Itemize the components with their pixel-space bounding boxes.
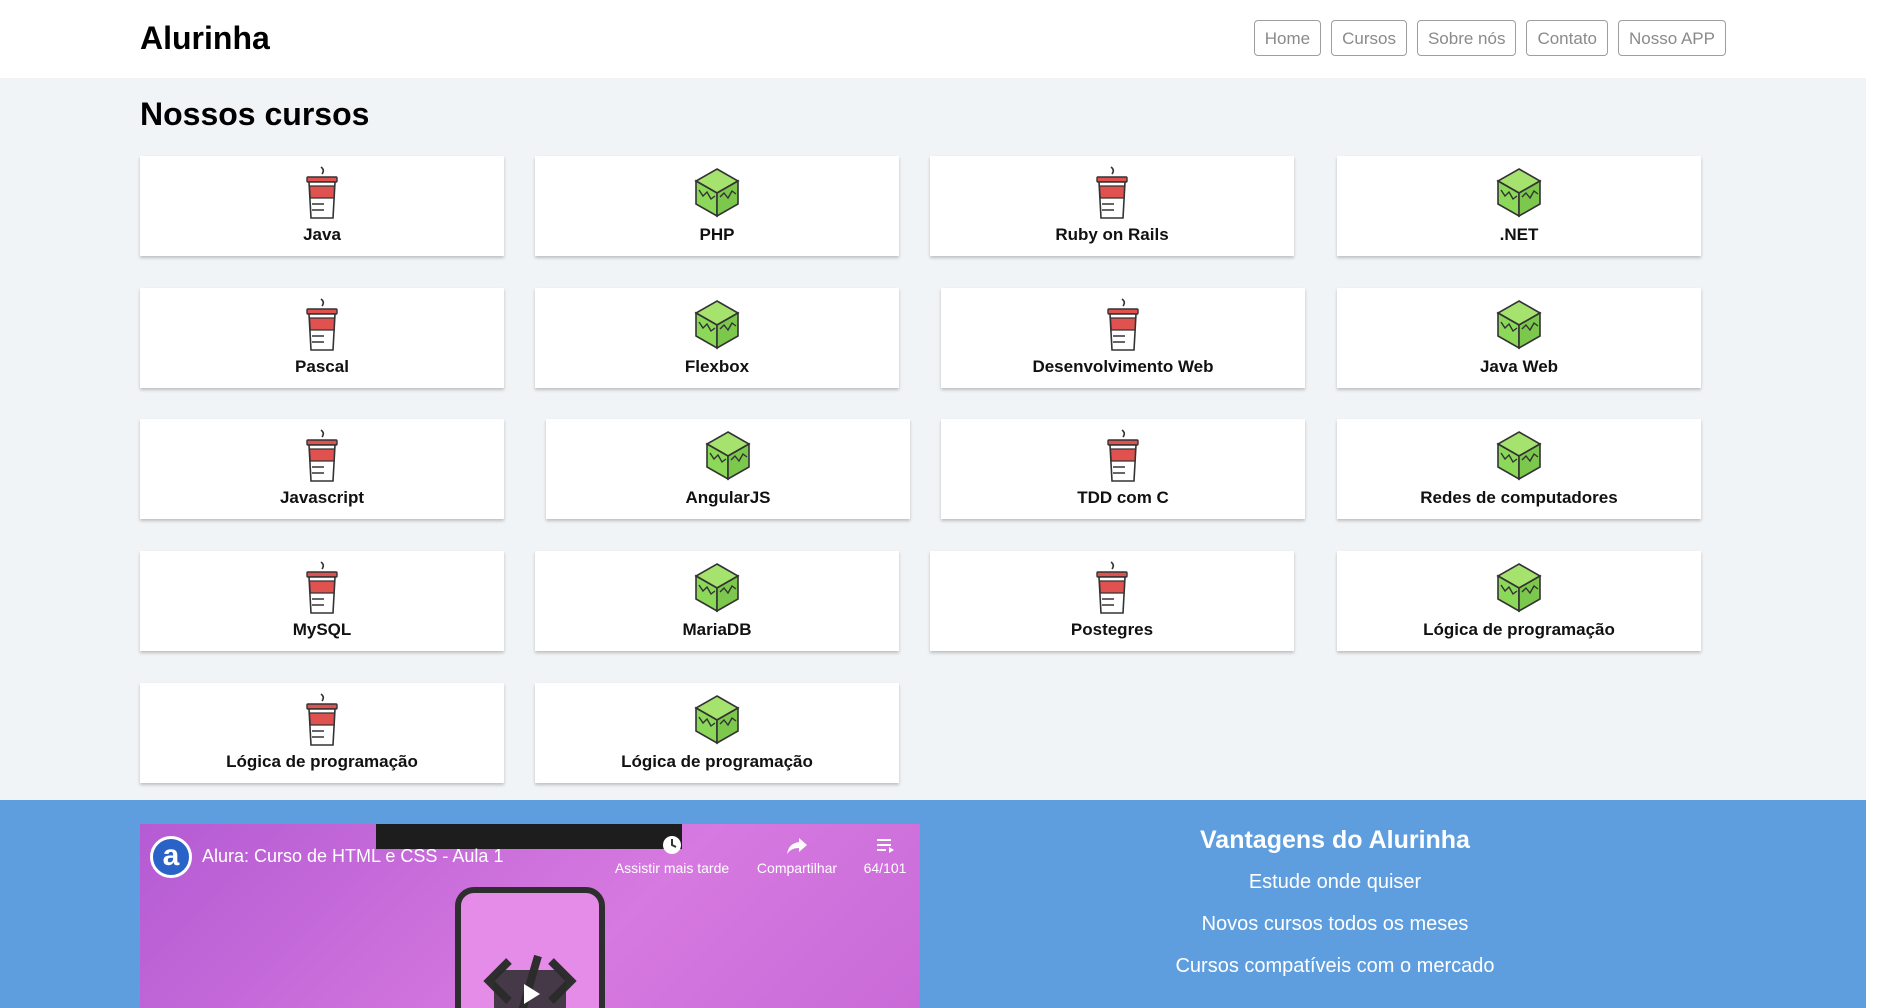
cup-icon [297,166,347,220]
course-label: Lógica de programação [621,752,813,771]
course-card[interactable]: Lógica de programação [1337,551,1701,651]
course-card[interactable]: Lógica de programação [535,683,899,783]
courses-section: Nossos cursos Java PHP Ruby on Rails .NET Pa… [0,78,1866,800]
nav-home-button[interactable]: Home [1253,20,1322,56]
playlist-button[interactable]: 64/101 [856,834,914,876]
site-footer: a Alura: Curso de HTML e CSS - Aula 1 As… [0,800,1866,1008]
cube-icon [1494,561,1544,615]
course-label: Flexbox [684,357,750,376]
share-label: Compartilhar [756,860,838,876]
course-label: .NET [1499,225,1539,244]
video-title[interactable]: Alura: Curso de HTML e CSS - Aula 1 [202,846,503,867]
playlist-count: 64/101 [863,860,907,876]
course-label: Pascal [295,357,349,376]
course-card[interactable]: Java [140,156,504,256]
cup-icon [297,298,347,352]
course-label: Javascript [279,488,365,507]
watch-later-button[interactable]: Assistir mais tarde [610,834,734,876]
nav-courses-button[interactable]: Cursos [1331,20,1407,56]
advantage-item: Cursos compatíveis com o mercado [1175,955,1495,977]
cup-icon [1098,429,1148,483]
course-card[interactable]: Lógica de programação [140,683,504,783]
cup-icon [297,429,347,483]
advantages-title: Vantagens do Alurinha [1200,826,1470,854]
cup-icon [1087,561,1137,615]
course-card[interactable]: Java Web [1337,288,1701,388]
cube-icon [692,693,742,747]
cube-icon [1494,298,1544,352]
course-label: Java Web [1479,357,1559,376]
course-label: TDD com C [1077,488,1169,507]
clock-icon [610,834,734,860]
course-label: Postegres [1070,620,1154,639]
course-label: Java [303,225,341,244]
course-label: Lógica de programação [1423,620,1615,639]
section-title: Nossos cursos [140,96,370,132]
course-label: AngularJS [685,488,771,507]
video-player[interactable]: a Alura: Curso de HTML e CSS - Aula 1 As… [140,824,920,1008]
course-card[interactable]: .NET [1337,156,1701,256]
share-button[interactable]: Compartilhar [744,834,850,876]
channel-logo-icon[interactable]: a [150,836,192,878]
site-header: Alurinha Home Cursos Sobre nós Contato N… [0,0,1880,78]
course-label: MariaDB [682,620,752,639]
course-label: Redes de computadores [1420,488,1618,507]
nav-about-button[interactable]: Sobre nós [1416,20,1517,56]
course-card[interactable]: Pascal [140,288,504,388]
advantage-item: Estude onde quiser [1248,871,1422,893]
playlist-icon [856,834,914,860]
course-card[interactable]: Ruby on Rails [930,156,1294,256]
course-card[interactable]: MySQL [140,551,504,651]
share-icon [744,834,850,860]
code-file-illustration-icon [455,887,605,1008]
cup-icon [1087,166,1137,220]
cup-icon [297,693,347,747]
cup-icon [297,561,347,615]
course-card[interactable]: AngularJS [546,419,910,519]
nav-app-button[interactable]: Nosso APP [1618,20,1726,56]
course-label: Desenvolvimento Web [1032,357,1214,376]
course-card[interactable]: Postegres [930,551,1294,651]
course-card[interactable]: PHP [535,156,899,256]
scrollbar[interactable] [1866,78,1880,1008]
advantage-item: Novos cursos todos os meses [1201,913,1469,935]
cube-icon [692,166,742,220]
cube-icon [1494,166,1544,220]
advantages-panel: Vantagens do Alurinha Estude onde quiser… [1070,826,1600,997]
course-label: MySQL [292,620,352,639]
course-label: PHP [699,225,735,244]
course-card[interactable]: MariaDB [535,551,899,651]
cube-icon [692,561,742,615]
course-label: Lógica de programação [226,752,418,771]
course-card[interactable]: Javascript [140,419,504,519]
course-card[interactable]: Flexbox [535,288,899,388]
main-nav: Home Cursos Sobre nós Contato Nosso APP [1253,20,1726,56]
cube-icon [692,298,742,352]
cube-icon [1494,429,1544,483]
course-card[interactable]: Desenvolvimento Web [941,288,1305,388]
watch-later-label: Assistir mais tarde [614,860,730,876]
course-card[interactable]: Redes de computadores [1337,419,1701,519]
cube-icon [703,429,753,483]
course-card[interactable]: TDD com C [941,419,1305,519]
nav-contact-button[interactable]: Contato [1526,20,1608,56]
course-label: Ruby on Rails [1055,225,1169,244]
site-logo[interactable]: Alurinha [140,20,270,57]
cup-icon [1098,298,1148,352]
